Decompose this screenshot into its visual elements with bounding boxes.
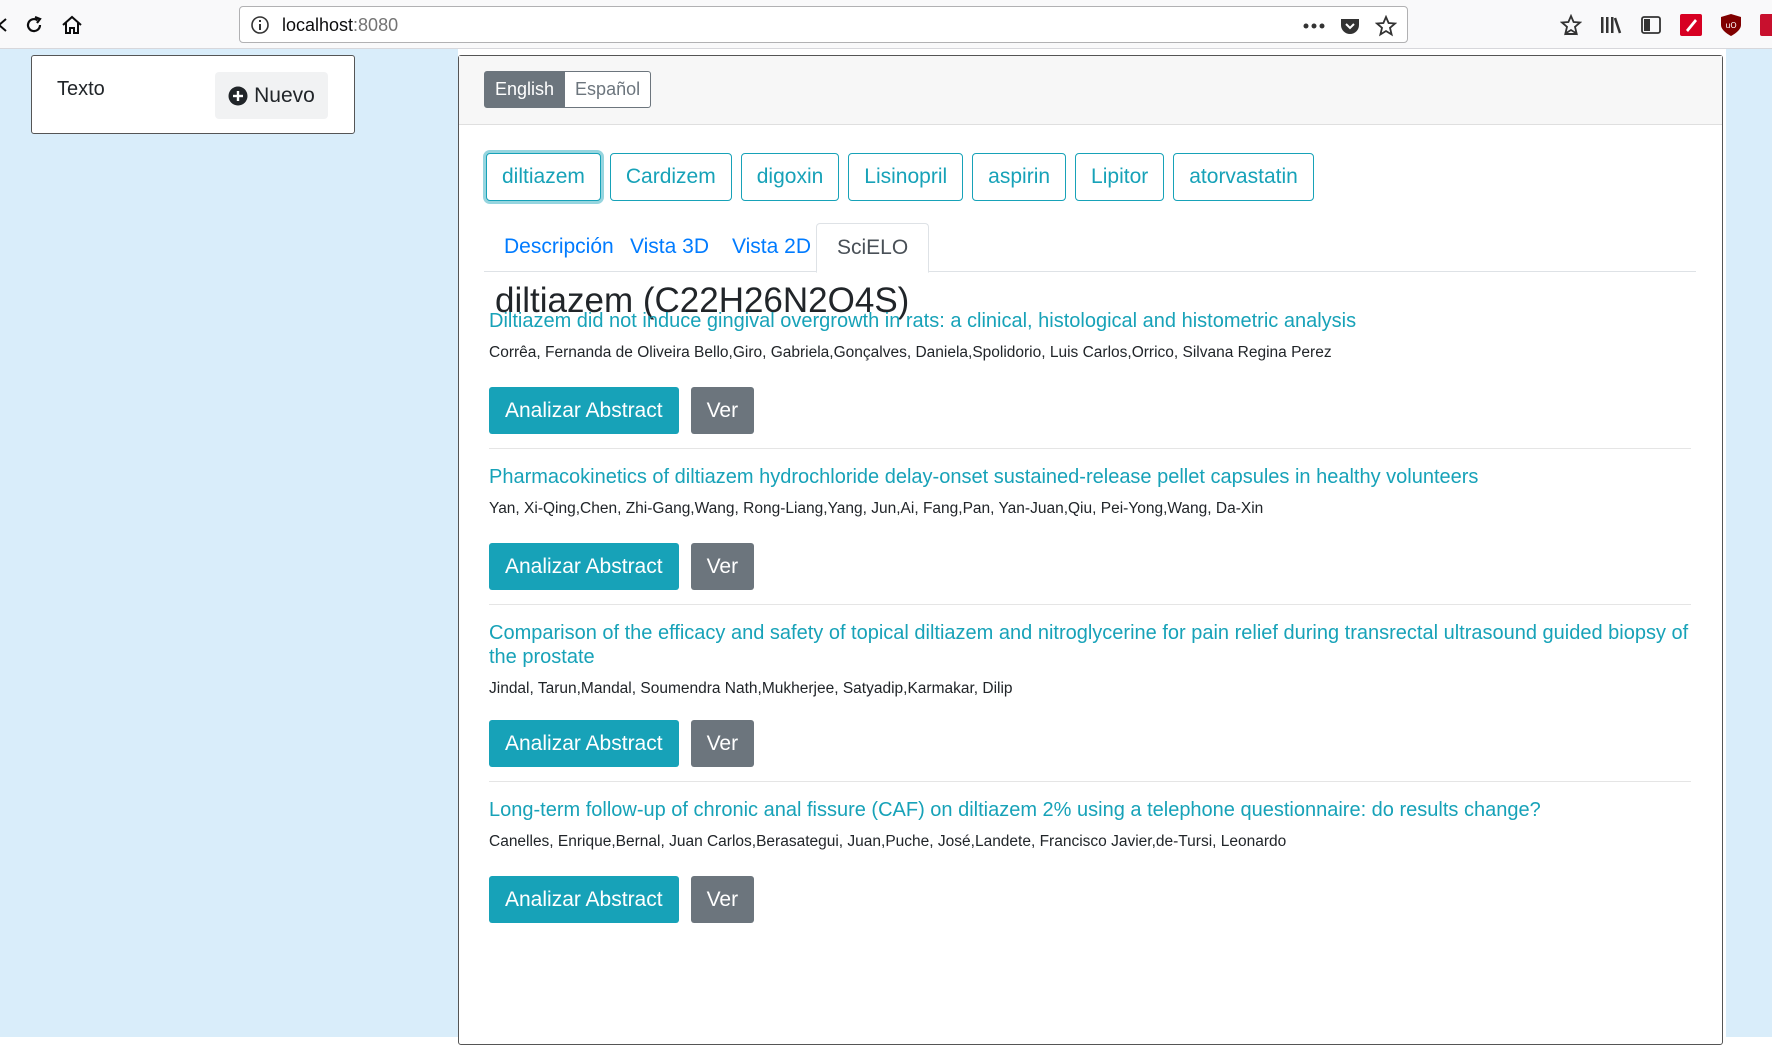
view-button[interactable]: Ver bbox=[690, 720, 755, 767]
article-divider bbox=[489, 604, 1691, 605]
browser-toolbar: localhost:8080 uO bbox=[0, 0, 1772, 49]
library-icon[interactable] bbox=[1598, 12, 1624, 38]
view-button[interactable]: Ver bbox=[690, 387, 755, 434]
drug-button-digoxin[interactable]: digoxin bbox=[740, 153, 840, 201]
ublock-icon[interactable]: uO bbox=[1718, 12, 1744, 38]
article-title-link[interactable]: Pharmacokinetics of diltiazem hydrochlor… bbox=[489, 465, 1691, 489]
article-divider bbox=[489, 448, 1691, 449]
article-item: Long-term follow-up of chronic anal fiss… bbox=[489, 798, 1691, 923]
article-authors: Jindal, Tarun,Mandal, Soumendra Nath,Muk… bbox=[489, 680, 1013, 697]
url-port: :8080 bbox=[353, 15, 399, 35]
new-button[interactable]: Nuevo bbox=[215, 72, 328, 119]
url-text: localhost:8080 bbox=[282, 15, 398, 36]
article-item: Diltiazem did not induce gingival overgr… bbox=[489, 309, 1691, 449]
text-label: Texto bbox=[57, 78, 105, 100]
drug-button-lipitor[interactable]: Lipitor bbox=[1075, 153, 1165, 201]
language-toggle: English Español bbox=[484, 71, 652, 108]
pocket-icon[interactable] bbox=[1337, 13, 1363, 39]
left-background bbox=[0, 49, 458, 1037]
language-english-button[interactable]: English bbox=[484, 71, 566, 108]
bookmarks-list-icon[interactable] bbox=[1558, 12, 1584, 38]
tab-vista-2d[interactable]: Vista 2D bbox=[712, 223, 831, 272]
site-info-icon[interactable] bbox=[250, 15, 270, 40]
drug-buttons: diltiazem Cardizem digoxin Lisinopril as… bbox=[486, 153, 1314, 201]
pen-extension-icon[interactable] bbox=[1678, 12, 1704, 38]
page: Texto Nuevo English Español diltiazem Ca… bbox=[0, 49, 1772, 1045]
text-card: Texto Nuevo bbox=[31, 55, 355, 134]
drug-button-cardizem[interactable]: Cardizem bbox=[609, 153, 732, 201]
article-authors: Yan, Xi-Qing,Chen, Zhi-Gang,Wang, Rong-L… bbox=[489, 500, 1264, 517]
more-actions-icon[interactable] bbox=[1301, 13, 1327, 39]
view-button[interactable]: Ver bbox=[690, 543, 755, 590]
new-button-label: Nuevo bbox=[254, 83, 315, 107]
analyze-abstract-button[interactable]: Analizar Abstract bbox=[489, 543, 679, 590]
analyze-abstract-button[interactable]: Analizar Abstract bbox=[489, 720, 679, 767]
drug-button-aspirin[interactable]: aspirin bbox=[972, 153, 1067, 201]
url-bar[interactable]: localhost:8080 bbox=[239, 6, 1408, 43]
back-icon[interactable] bbox=[0, 10, 18, 40]
drug-button-atorvastatin[interactable]: atorvastatin bbox=[1173, 153, 1314, 201]
view-button[interactable]: Ver bbox=[690, 876, 755, 923]
article-item: Pharmacokinetics of diltiazem hydrochlor… bbox=[489, 465, 1691, 605]
tab-scielo[interactable]: SciELO bbox=[816, 223, 930, 273]
drug-button-diltiazem[interactable]: diltiazem bbox=[486, 153, 601, 201]
tab-bar: Descripción Vista 3D Vista 2D SciELO bbox=[484, 223, 1696, 273]
url-host: localhost bbox=[282, 15, 354, 35]
drug-button-lisinopril[interactable]: Lisinopril bbox=[848, 153, 964, 201]
bookmark-star-icon[interactable] bbox=[1373, 13, 1399, 39]
language-spanish-button[interactable]: Español bbox=[565, 71, 652, 108]
article-authors: Corrêa, Fernanda de Oliveira Bello,Giro,… bbox=[489, 344, 1332, 361]
main-card: English Español diltiazem Cardizem digox… bbox=[458, 55, 1723, 1045]
article-title-link[interactable]: Comparison of the efficacy and safety of… bbox=[489, 621, 1691, 669]
article-item: Comparison of the efficacy and safety of… bbox=[489, 621, 1691, 782]
svg-text:uO: uO bbox=[1725, 21, 1736, 30]
red-extension-icon[interactable] bbox=[1758, 12, 1772, 38]
card-header: English Español bbox=[459, 56, 1722, 125]
article-authors: Canelles, Enrique,Bernal, Juan Carlos,Be… bbox=[489, 833, 1287, 850]
article-title-link[interactable]: Long-term follow-up of chronic anal fiss… bbox=[489, 798, 1691, 822]
right-background bbox=[1726, 49, 1772, 1037]
sidebar-toggle-icon[interactable] bbox=[1638, 12, 1664, 38]
reload-icon[interactable] bbox=[19, 10, 49, 40]
article-divider bbox=[489, 781, 1691, 782]
analyze-abstract-button[interactable]: Analizar Abstract bbox=[489, 387, 679, 434]
analyze-abstract-button[interactable]: Analizar Abstract bbox=[489, 876, 679, 923]
article-title-link[interactable]: Diltiazem did not induce gingival overgr… bbox=[489, 309, 1691, 333]
plus-circle-icon bbox=[228, 86, 248, 105]
home-icon[interactable] bbox=[57, 10, 87, 40]
